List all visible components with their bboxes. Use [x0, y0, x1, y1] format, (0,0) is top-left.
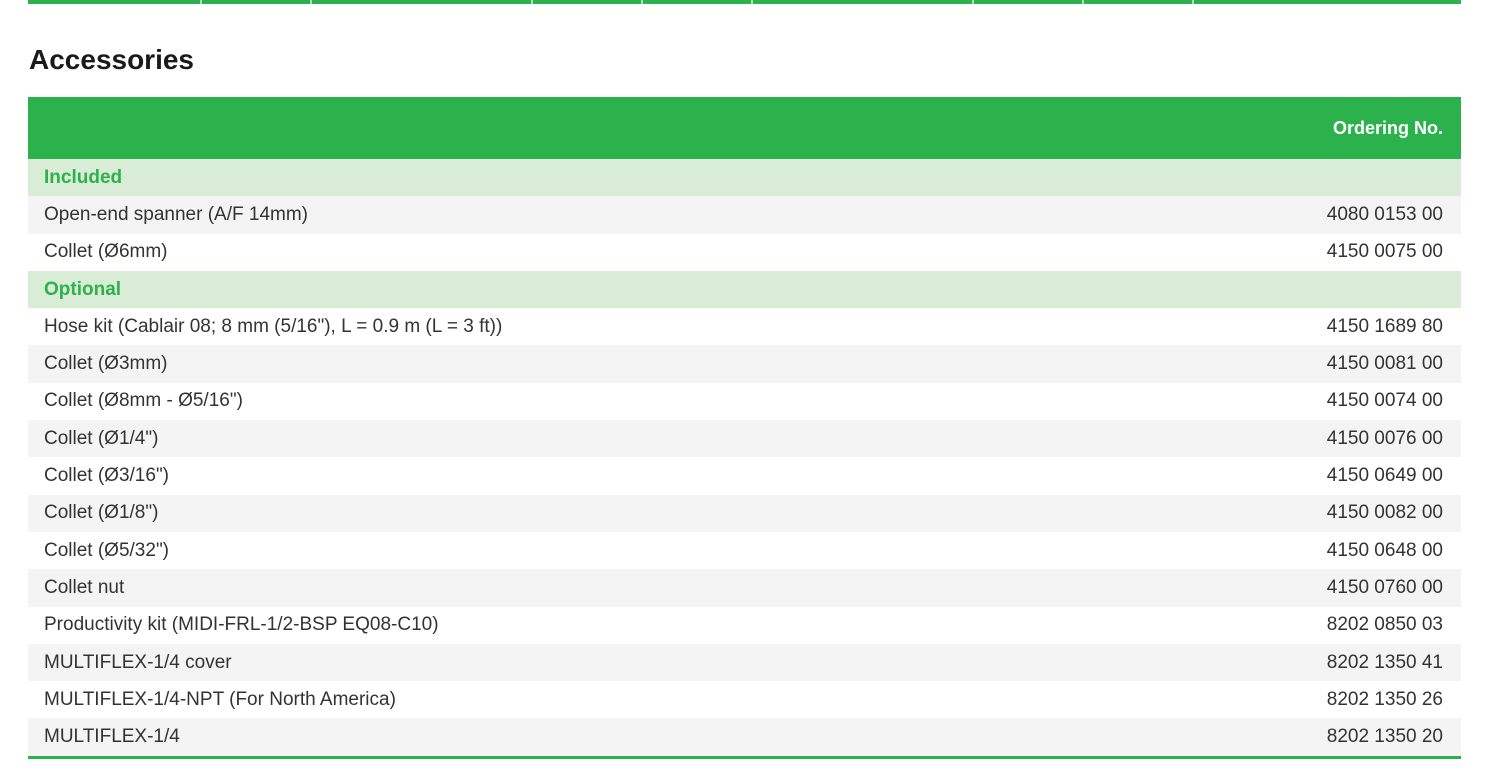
- item-description: MULTIFLEX-1/4-NPT (For North America): [44, 688, 396, 710]
- table-row: Collet (Ø5/32") 4150 0648 00: [28, 531, 1461, 570]
- group-row-optional: Optional: [28, 270, 1461, 309]
- item-description: MULTIFLEX-1/4 cover: [44, 651, 232, 673]
- item-description: Collet (Ø3mm): [44, 353, 168, 375]
- item-description: MULTIFLEX-1/4: [44, 726, 180, 748]
- table-row: MULTIFLEX-1/4 8202 1350 20: [28, 718, 1461, 756]
- divider-segment: [972, 0, 974, 4]
- ordering-number: 4150 0081 00: [1326, 353, 1443, 375]
- divider-segment: [641, 0, 643, 4]
- group-label: Optional: [44, 278, 122, 300]
- item-description: Collet (Ø8mm - Ø5/16"): [44, 390, 243, 412]
- accessories-table: Ordering No. Included Open-end spanner (…: [28, 97, 1461, 759]
- group-row-included: Included: [28, 159, 1461, 197]
- item-description: Collet (Ø1/8"): [44, 502, 159, 524]
- ordering-number: 4150 0082 00: [1326, 502, 1443, 524]
- ordering-number: 8202 0850 03: [1326, 614, 1443, 636]
- table-row: Collet (Ø3mm) 4150 0081 00: [28, 345, 1461, 383]
- item-description: Collet (Ø6mm): [44, 241, 168, 263]
- ordering-number: 4150 0076 00: [1326, 427, 1443, 449]
- ordering-number: 4150 0649 00: [1326, 465, 1443, 487]
- divider-segment: [1192, 0, 1194, 4]
- item-description: Hose kit (Cablair 08; 8 mm (5/16"), L = …: [44, 315, 503, 337]
- item-description: Productivity kit (MIDI-FRL-1/2-BSP EQ08-…: [44, 614, 439, 636]
- table-row: Collet (Ø3/16") 4150 0649 00: [28, 457, 1461, 495]
- ordering-number: 4150 1689 80: [1326, 315, 1443, 337]
- ordering-number: 4150 0760 00: [1326, 576, 1443, 598]
- item-description: Collet (Ø3/16"): [44, 465, 170, 487]
- table-row: Collet (Ø1/8") 4150 0082 00: [28, 494, 1461, 532]
- table-row: Collet (Ø8mm - Ø5/16") 4150 0074 00: [28, 382, 1461, 421]
- item-description: Collet nut: [44, 576, 125, 598]
- table-row: Collet (Ø6mm) 4150 0075 00: [28, 233, 1461, 271]
- divider-segment: [310, 0, 312, 4]
- divider-segment: [531, 0, 533, 4]
- item-description: Open-end spanner (A/F 14mm): [44, 203, 309, 225]
- table-row: Open-end spanner (A/F 14mm) 4080 0153 00: [28, 196, 1461, 234]
- table-row: MULTIFLEX-1/4 cover 8202 1350 41: [28, 643, 1461, 682]
- ordering-number: 8202 1350 20: [1326, 726, 1443, 748]
- ordering-number: 4080 0153 00: [1326, 203, 1443, 225]
- ordering-number: 8202 1350 26: [1326, 688, 1443, 710]
- table-row: Collet (Ø1/4") 4150 0076 00: [28, 420, 1461, 458]
- group-label: Included: [44, 166, 123, 188]
- divider-segment: [1082, 0, 1084, 4]
- section-title: Accessories: [29, 44, 195, 75]
- header-ordering-no: Ordering No.: [1332, 117, 1443, 138]
- item-description: Collet (Ø1/4"): [44, 427, 159, 449]
- ordering-number: 4150 0075 00: [1326, 241, 1443, 263]
- divider-segment: [751, 0, 753, 4]
- ordering-number: 8202 1350 41: [1326, 651, 1443, 673]
- table-row: Hose kit (Cablair 08; 8 mm (5/16"), L = …: [28, 308, 1461, 346]
- divider-segment: [200, 0, 202, 4]
- top-divider: [28, 0, 1461, 4]
- table-row: Productivity kit (MIDI-FRL-1/2-BSP EQ08-…: [28, 606, 1461, 644]
- table-row: MULTIFLEX-1/4-NPT (For North America) 82…: [28, 681, 1461, 719]
- table-header: Ordering No.: [28, 97, 1461, 159]
- ordering-number: 4150 0648 00: [1326, 539, 1443, 561]
- item-description: Collet (Ø5/32"): [44, 539, 170, 561]
- table-row: Collet nut 4150 0760 00: [28, 569, 1461, 607]
- ordering-number: 4150 0074 00: [1326, 390, 1443, 412]
